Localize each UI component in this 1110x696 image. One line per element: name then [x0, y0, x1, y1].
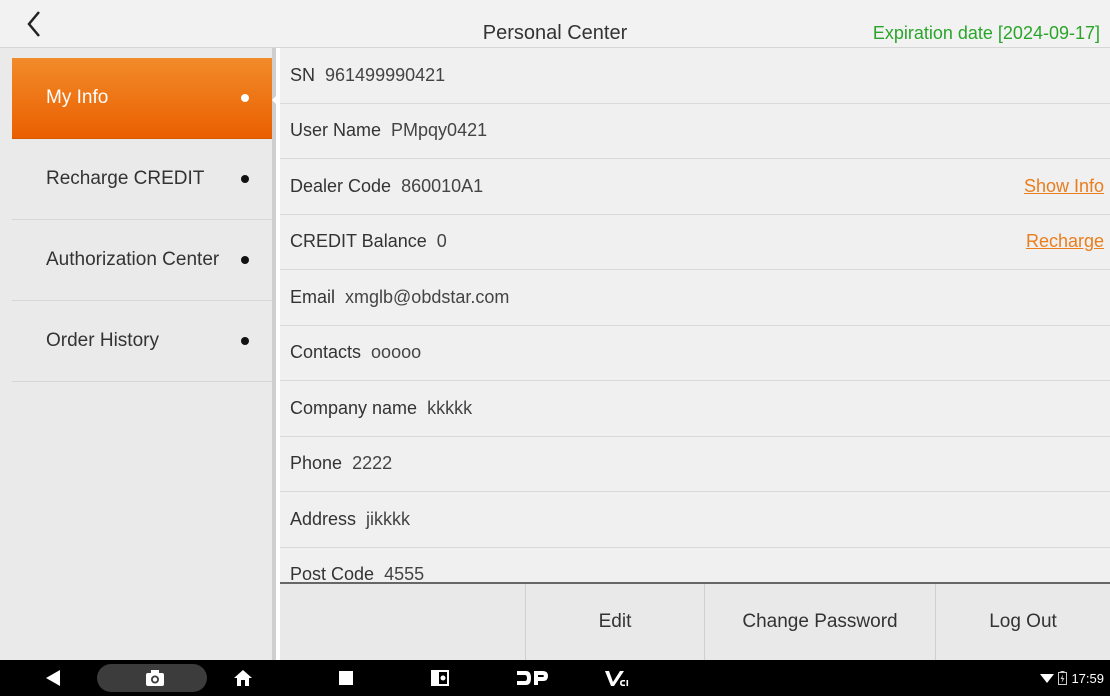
nav-dp-button[interactable]	[512, 660, 552, 696]
nav-vci-button[interactable]	[602, 660, 632, 696]
action-bar: Edit Change Password Log Out	[280, 584, 1110, 660]
sidebar: My Info Recharge CREDIT Authorization Ce…	[0, 48, 276, 660]
action-bar-spacer	[280, 584, 525, 660]
battery-icon	[1058, 671, 1068, 685]
bullet-dot-icon	[241, 175, 249, 183]
log-out-button[interactable]: Log Out	[935, 584, 1110, 660]
info-row-company-name: Company name kkkkk	[280, 381, 1110, 437]
vci-icon	[605, 671, 629, 686]
info-row-address: Address jikkkk	[280, 492, 1110, 548]
show-info-link[interactable]: Show Info	[1024, 176, 1104, 197]
row-value: jikkkk	[366, 508, 411, 529]
row-value: kkkkk	[427, 397, 473, 418]
row-key: User Name	[290, 120, 382, 141]
info-row-contacts: Contacts ooooo	[280, 326, 1110, 381]
sidebar-item-label: My Info	[46, 87, 109, 108]
row-value: 860010A1	[401, 175, 484, 196]
home-icon	[234, 670, 252, 686]
row-key: SN	[290, 64, 316, 85]
bullet-dot-icon	[241, 256, 249, 264]
info-list[interactable]: SN 961499990421 User Name PMpqy0421 Deal…	[280, 48, 1110, 583]
row-value: 0	[436, 231, 447, 252]
bullet-dot-icon	[241, 337, 249, 345]
info-row-sn: SN 961499990421	[280, 48, 1110, 104]
row-value: 961499990421	[325, 64, 446, 85]
row-key: Phone	[290, 453, 343, 474]
screenshot-icon	[146, 670, 164, 686]
change-password-button[interactable]: Change Password	[704, 584, 935, 660]
info-row-post-code: Post Code 4555	[280, 548, 1110, 583]
nav-app-button[interactable]	[425, 660, 455, 696]
wifi-icon	[1040, 674, 1055, 683]
row-value: 2222	[352, 453, 393, 474]
row-key: Dealer Code	[290, 175, 392, 196]
edit-button[interactable]: Edit	[525, 584, 704, 660]
active-item-pointer	[272, 95, 277, 105]
row-key: Post Code	[290, 564, 375, 583]
sidebar-item-label: Order History	[46, 330, 159, 351]
row-key: Company name	[290, 397, 418, 418]
sidebar-item-recharge-credit[interactable]: Recharge CREDIT	[12, 139, 272, 220]
back-icon	[46, 670, 60, 686]
info-row-credit-balance: CREDIT Balance 0 Recharge	[280, 215, 1110, 270]
header-bar: Personal Center Expiration date [2024-09…	[0, 0, 1110, 48]
sidebar-item-label: Authorization Center	[46, 249, 220, 270]
nav-recent-apps-button[interactable]	[331, 660, 361, 696]
sidebar-item-my-info[interactable]: My Info	[12, 58, 272, 139]
sidebar-item-label: Recharge CREDIT	[46, 168, 205, 189]
sidebar-item-order-history[interactable]: Order History	[12, 301, 272, 382]
info-row-user-name: User Name PMpqy0421	[280, 104, 1110, 159]
nav-back-button[interactable]	[38, 660, 68, 696]
bullet-dot-icon	[241, 94, 249, 102]
info-row-dealer-code: Dealer Code 860010A1 Show Info	[280, 159, 1110, 215]
row-value: PMpqy0421	[391, 120, 488, 141]
clock: 17:59	[1071, 670, 1104, 686]
row-value: xmglb@obdstar.com	[345, 286, 510, 307]
row-key: Email	[290, 286, 336, 307]
row-key: CREDIT Balance	[290, 231, 427, 252]
system-nav-bar: 17:59	[0, 660, 1110, 696]
row-key: Address	[290, 508, 357, 529]
info-row-phone: Phone 2222	[280, 437, 1110, 492]
row-value: 4555	[384, 564, 425, 583]
app-icon	[431, 670, 449, 686]
row-key: Contacts	[290, 342, 362, 363]
row-value: ooooo	[371, 342, 422, 363]
info-row-email: Email xmglb@obdstar.com	[280, 270, 1110, 326]
sidebar-item-authorization-center[interactable]: Authorization Center	[12, 220, 272, 301]
dp-icon	[517, 671, 548, 685]
nav-screenshot-button[interactable]	[140, 660, 170, 696]
nav-home-button[interactable]	[228, 660, 258, 696]
recent-apps-icon	[339, 671, 353, 685]
recharge-link[interactable]: Recharge	[1026, 231, 1104, 252]
status-area: 17:59	[1040, 660, 1104, 696]
